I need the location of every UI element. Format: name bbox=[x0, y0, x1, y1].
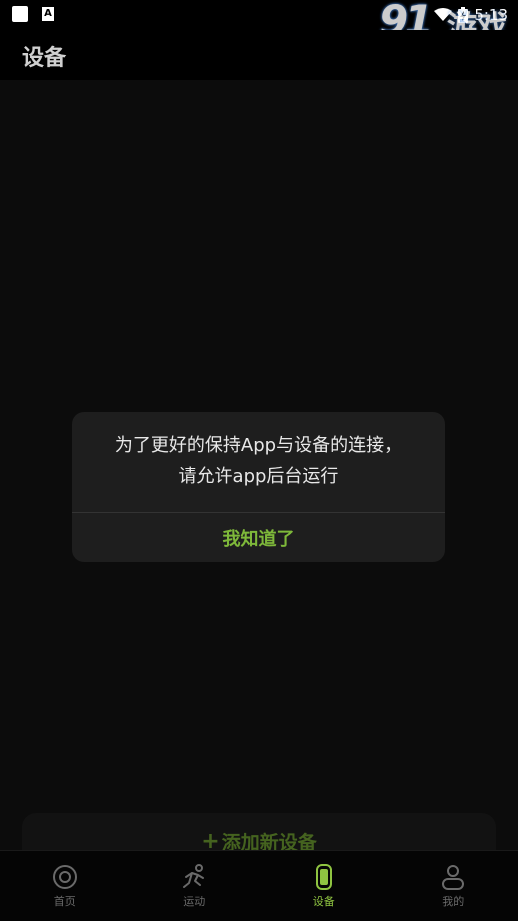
home-target-icon bbox=[51, 863, 79, 891]
background-run-dialog: 为了更好的保持App与设备的连接， 请允许app后台运行 我知道了 bbox=[72, 412, 445, 562]
tab-home-label: 首页 bbox=[54, 893, 76, 909]
tab-sport[interactable]: 运动 bbox=[130, 851, 260, 921]
page-header: 设备 bbox=[0, 30, 518, 80]
status-time: 5:13 bbox=[474, 6, 508, 24]
person-icon bbox=[439, 863, 467, 891]
wifi-icon bbox=[434, 8, 452, 22]
tab-mine[interactable]: 我的 bbox=[389, 851, 518, 921]
page-title: 设备 bbox=[22, 40, 66, 72]
dialog-message: 为了更好的保持App与设备的连接， 请允许app后台运行 bbox=[72, 430, 445, 492]
running-icon bbox=[180, 863, 208, 891]
bottom-tab-bar: 首页 运动 设备 我的 bbox=[0, 850, 518, 921]
tab-home[interactable]: 首页 bbox=[0, 851, 130, 921]
notification-a-icon: A bbox=[42, 7, 54, 21]
dialog-confirm-button[interactable]: 我知道了 bbox=[72, 513, 445, 562]
tab-sport-label: 运动 bbox=[183, 893, 205, 909]
battery-charging-icon bbox=[458, 7, 468, 23]
status-bar: A 5:13 bbox=[0, 0, 518, 30]
tab-device-label: 设备 bbox=[313, 893, 335, 909]
dialog-message-line-2: 请允许app后台运行 bbox=[72, 461, 445, 492]
tab-mine-label: 我的 bbox=[442, 893, 464, 909]
tab-device[interactable]: 设备 bbox=[259, 851, 389, 921]
watch-icon bbox=[310, 863, 338, 891]
dialog-message-line-1: 为了更好的保持App与设备的连接， bbox=[72, 430, 445, 461]
status-right: 5:13 bbox=[434, 4, 508, 26]
notification-square-icon bbox=[12, 6, 28, 22]
